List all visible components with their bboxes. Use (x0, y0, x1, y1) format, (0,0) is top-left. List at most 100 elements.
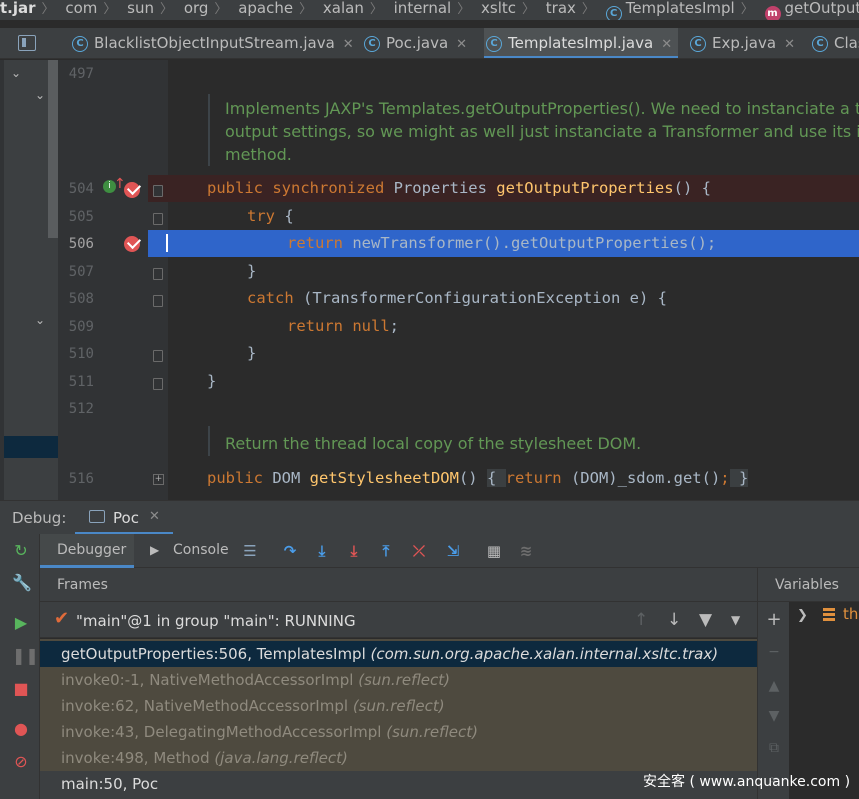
tab-templatesimpl[interactable]: C TemplatesImpl.java ✕ (484, 28, 678, 58)
breadcrumb-item[interactable]: sun (127, 0, 154, 17)
fold-marker-icon[interactable] (153, 295, 163, 307)
move-down-icon[interactable]: ▼ (766, 708, 782, 724)
frame-row[interactable]: invoke0:-1, NativeMethodAccessorImpl (su… (40, 667, 757, 693)
tab-console[interactable]: ▶ Console (148, 534, 234, 568)
wrench-icon[interactable]: 🔧 (12, 574, 32, 592)
fold-marker-icon[interactable] (153, 213, 163, 225)
debug-session-name: Poc (113, 509, 139, 527)
step-over-icon[interactable]: ⤓ (313, 542, 331, 560)
folded-brace[interactable]: { (486, 469, 506, 487)
breadcrumb-item[interactable]: internal (394, 0, 452, 17)
menu-icon[interactable]: ☰ (241, 542, 259, 560)
console-icon: ▶ (150, 543, 160, 557)
line-number: 504 (68, 181, 94, 197)
resume-icon[interactable]: ▶ (12, 614, 30, 632)
chevron-down-icon[interactable]: ▼ (731, 613, 740, 627)
code-editor[interactable]: 497 504 505 506 507 508 509 510 511 512 … (58, 60, 859, 500)
breadcrumb-item[interactable]: getOutputProperties (785, 0, 859, 17)
tab-label: BlacklistObjectInputStream.java (94, 34, 335, 52)
frame-row[interactable]: invoke:62, NativeMethodAccessorImpl (sun… (40, 693, 757, 719)
arrow-down-icon[interactable]: ↓ (667, 610, 681, 630)
selected-tree-row[interactable] (4, 436, 58, 458)
mute-breakpoints-icon[interactable]: ⊘ (12, 753, 30, 771)
keyword: return null (287, 317, 390, 335)
frame-row[interactable]: invoke:43, DelegatingMethodAccessorImpl … (40, 719, 757, 745)
close-icon[interactable]: ✕ (456, 29, 467, 58)
frame-row[interactable]: getOutputProperties:506, TemplatesImpl (… (40, 641, 757, 667)
project-panel-icon[interactable] (18, 35, 36, 51)
debug-side-toolbar: ↻ 🔧 ▶ ❚❚ ■ ● ⊘ (0, 534, 40, 799)
chevron-right-icon: 〉 (41, 2, 55, 17)
tab-blacklist[interactable]: C BlacklistObjectInputStream.java ✕ (70, 28, 354, 58)
close-icon[interactable]: ✕ (343, 29, 354, 58)
breadcrumb-item[interactable]: trax (546, 0, 576, 17)
frame-method: invoke:498, Method (61, 749, 210, 767)
force-step-into-icon[interactable]: ⤓ (345, 542, 363, 560)
debug-session-tab[interactable]: Poc ✕ (75, 501, 173, 535)
editor-tab-bar: C BlacklistObjectInputStream.java ✕ C Poc.j… (0, 28, 859, 59)
breadcrumb-item[interactable]: xalan (323, 0, 364, 17)
move-up-icon[interactable]: ▲ (766, 678, 782, 694)
evaluate-expression-icon[interactable]: ▦ (485, 542, 503, 560)
tab-label: Console (173, 542, 229, 558)
run-to-cursor-icon[interactable]: ⇲ (444, 542, 462, 560)
code-text: () (458, 469, 487, 487)
copy-icon[interactable]: ⧉ (766, 740, 782, 756)
show-execution-point-icon[interactable]: ↷ (281, 542, 299, 560)
breadcrumb-item[interactable]: t.jar (0, 0, 36, 17)
view-breakpoints-icon[interactable]: ● (12, 720, 30, 738)
breadcrumb-item[interactable]: apache (238, 0, 293, 17)
trace-icon[interactable]: ≋ (517, 542, 535, 560)
frame-row[interactable]: invoke:498, Method (java.lang.reflect) (40, 745, 757, 771)
breakpoint-icon[interactable] (124, 182, 140, 198)
code-text: newTransformer().getOutputProperties(); (352, 234, 717, 252)
class-icon: C (486, 36, 502, 52)
code-text: } (207, 372, 217, 390)
scrollbar[interactable] (48, 60, 58, 238)
breadcrumb-item[interactable]: com (65, 0, 97, 17)
remove-watch-icon[interactable]: − (766, 644, 782, 660)
line-number: 516 (68, 471, 94, 487)
fold-marker-icon[interactable] (153, 378, 163, 390)
fold-marker-icon[interactable] (153, 268, 163, 280)
chevron-down-icon[interactable]: ⌄ (35, 313, 45, 327)
breadcrumb-item[interactable]: org (184, 0, 209, 17)
step-out-icon[interactable]: ⤒ (377, 542, 395, 560)
code-text: } (247, 344, 257, 362)
close-icon[interactable]: ✕ (784, 29, 795, 58)
rerun-icon[interactable]: ↻ (12, 542, 30, 560)
filter-icon[interactable]: ▼ (699, 610, 712, 630)
pause-icon[interactable]: ❚❚ (12, 647, 39, 665)
frame-package: (java.lang.reflect) (214, 749, 348, 767)
drop-frame-icon[interactable]: ⤫ (410, 542, 428, 560)
breadcrumb-item[interactable]: TemplatesImpl (626, 0, 735, 17)
expand-fold-icon[interactable]: + (153, 474, 164, 485)
editor-gutter[interactable] (58, 60, 168, 500)
tab-exp[interactable]: C Exp.java ✕ (688, 28, 795, 58)
debug-label: Debug: (12, 509, 67, 527)
chevron-down-icon[interactable]: ⌄ (35, 88, 45, 102)
tab-debugger[interactable]: Debugger (40, 534, 134, 568)
variable-name[interactable]: th (843, 605, 858, 623)
frame-package: (com.sun.org.apache.xalan.internal.xsltc… (370, 645, 719, 663)
breakpoint-icon[interactable] (124, 236, 140, 252)
breadcrumb-item[interactable]: xsltc (481, 0, 516, 17)
fold-marker-icon[interactable] (153, 185, 163, 197)
close-icon[interactable]: ✕ (661, 29, 672, 58)
doc-comment-line: Implements JAXP's Templates.getOutputPro… (225, 99, 859, 118)
fold-marker-icon[interactable] (153, 350, 163, 362)
folded-brace[interactable]: } (729, 469, 749, 487)
close-icon[interactable]: ✕ (149, 509, 160, 524)
thread-selector[interactable]: ✔ "main"@1 in group "main": RUNNING ↑ ↓ … (40, 602, 757, 638)
tab-poc[interactable]: C Poc.java ✕ (362, 28, 467, 58)
arrow-up-icon[interactable]: ↑ (634, 610, 648, 630)
chevron-right-icon: 〉 (369, 2, 383, 17)
chevron-down-icon[interactable]: ⌄ (11, 66, 21, 80)
stop-icon[interactable]: ■ (12, 680, 30, 698)
line-number: 509 (68, 319, 94, 335)
tab-clas[interactable]: C Clas (810, 28, 859, 58)
tab-label: Clas (834, 34, 859, 52)
expand-arrow-icon[interactable]: ❯ (797, 608, 808, 623)
add-watch-icon[interactable]: + (766, 611, 782, 629)
chevron-right-icon: 〉 (103, 2, 117, 17)
